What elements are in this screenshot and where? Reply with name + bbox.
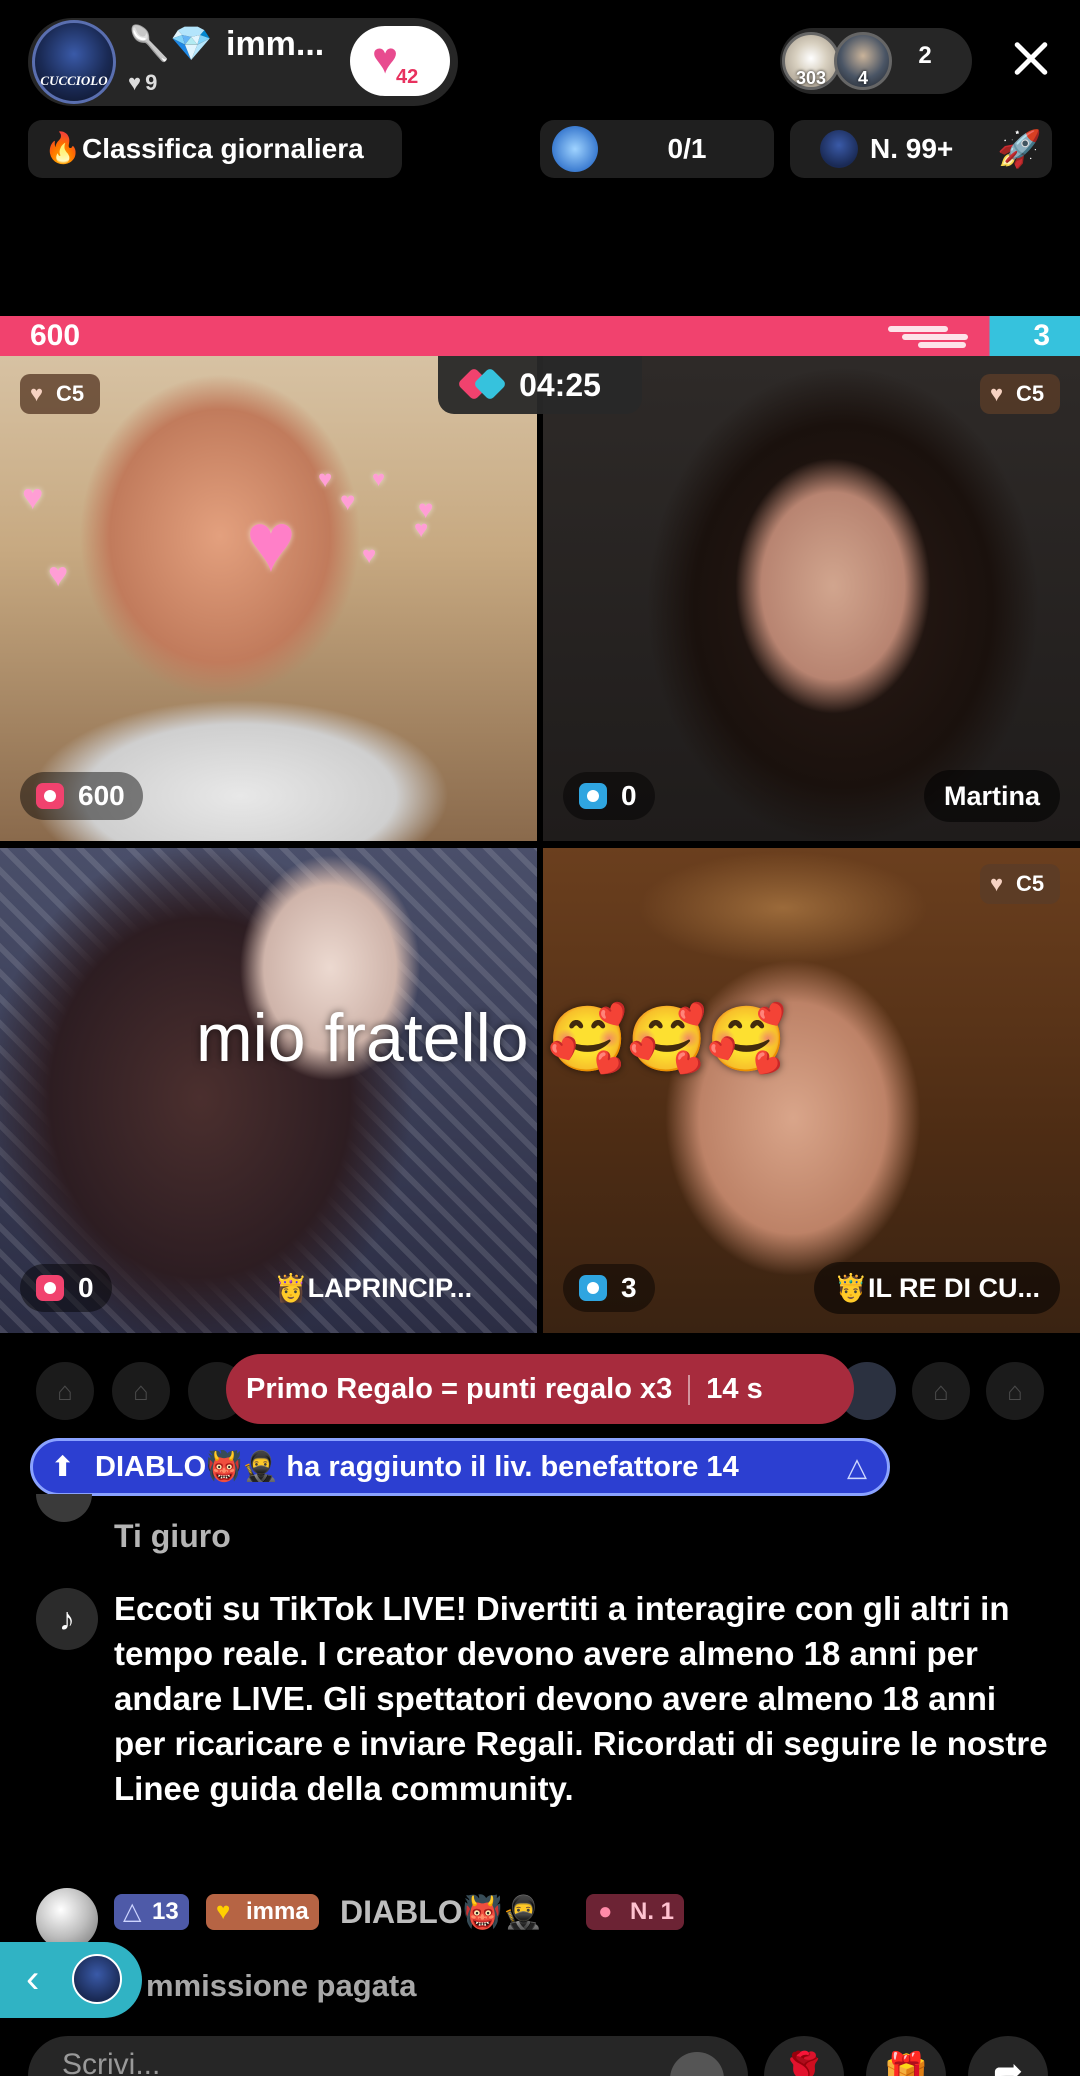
viewer-count: 2 — [918, 42, 932, 69]
camera-icon — [579, 1275, 607, 1301]
seat-icon[interactable]: ⌂ — [912, 1362, 970, 1420]
overlay-caption-text: mio fratello — [196, 1000, 529, 1076]
viewer-avatar[interactable]: 303 — [782, 32, 840, 90]
host-badges: 🥄💎 — [128, 25, 213, 63]
overlay-caption-emoji: 🥰🥰🥰 — [547, 1003, 787, 1075]
level-badge: 13 — [114, 1894, 189, 1930]
battle-timer-value: 04:25 — [519, 367, 601, 403]
host-likes-count: 9 — [145, 70, 158, 95]
chevron-left-icon: ‹ — [26, 1957, 40, 2001]
level-icon: △ — [847, 1452, 867, 1482]
seat-icon[interactable]: ⌂ — [112, 1362, 170, 1420]
first-gift-countdown: 14 s — [706, 1373, 763, 1405]
follow-button[interactable]: ♥ 42 — [350, 26, 450, 96]
battle-left-score: 600 — [30, 319, 81, 352]
daily-ranking-button[interactable]: 🔥 Classifica giornaliera — [28, 120, 402, 178]
tier-badge: C5 — [20, 374, 100, 414]
level-up-banner: ⬆ DIABLO👹🥷 ha raggiunto il liv. benefatt… — [30, 1438, 890, 1496]
comment-input-placeholder: Scrivi... — [62, 2048, 161, 2076]
video-tile[interactable]: C5 0 Martina — [543, 356, 1080, 841]
follow-count: 42 — [396, 66, 419, 88]
tier-badge: C5 — [980, 864, 1060, 904]
host-name[interactable]: imm... — [226, 24, 324, 64]
paid-comment-label: mmissione pagata — [146, 1968, 417, 2003]
share-button[interactable]: ➦ — [968, 2036, 1048, 2076]
overlay-caption: mio fratello 🥰🥰🥰 — [196, 996, 787, 1081]
avatar — [820, 130, 858, 168]
comment-input[interactable]: Scrivi... — [28, 2036, 748, 2076]
host-likes: ♥ 9 — [128, 70, 157, 96]
seat-icon[interactable]: ⌂ — [986, 1362, 1044, 1420]
tile-name[interactable]: 🤴IL RE DI CU... — [814, 1262, 1060, 1314]
tile-score: 0 — [563, 772, 655, 820]
tile-score-value: 600 — [78, 780, 125, 811]
gift-icon: 🎁 — [883, 2050, 929, 2076]
tile-score: 3 — [563, 1264, 655, 1312]
viewer-avatar-count: 4 — [857, 68, 868, 88]
battle-timer: 04:25 — [438, 356, 642, 414]
rank-badge: N. 1 — [586, 1894, 685, 1930]
share-icon: ➦ — [992, 2050, 1024, 2076]
tile-score-value: 0 — [621, 780, 637, 811]
camera-icon — [579, 783, 607, 809]
host-avatar[interactable]: CUCCIOLO — [32, 20, 116, 104]
close-icon[interactable] — [1006, 34, 1056, 84]
heart-icon: ♥ — [372, 34, 399, 83]
goal-icon — [552, 126, 598, 172]
tier-badge: C5 — [980, 374, 1060, 414]
rank-label: N. 99+ — [870, 133, 954, 164]
battle-icon — [457, 367, 507, 401]
streak-effect — [888, 322, 978, 350]
viewer-avatar-count: 303 — [795, 68, 827, 88]
rose-icon: 🌹 — [781, 2050, 827, 2076]
tile-score-value: 3 — [621, 1272, 637, 1303]
daily-ranking-label: Classifica giornaliera — [82, 133, 364, 164]
first-gift-banner[interactable]: Primo Regalo = punti regalo x3 14 s — [226, 1354, 854, 1424]
tile-name[interactable]: Martina — [923, 770, 1060, 822]
rocket-icon: 🚀 — [997, 128, 1042, 169]
comment-text: Ti giuro — [114, 1518, 231, 1554]
arrow-up-icon: ⬆ — [51, 1451, 75, 1482]
tile-score-value: 0 — [78, 1272, 94, 1303]
first-gift-text: Primo Regalo = punti regalo x3 — [246, 1373, 673, 1405]
viewer-avatar[interactable]: 4 — [834, 32, 892, 90]
battle-right-score: 3 — [1033, 319, 1050, 352]
tiktok-logo-icon: ♪ — [36, 1588, 98, 1650]
avatar[interactable] — [36, 1888, 98, 1950]
video-tile[interactable]: C5 3 🤴IL RE DI CU... — [543, 848, 1080, 1333]
list-item[interactable]: 13 imma DIABLO👹🥷 N. 1 — [36, 1888, 936, 1950]
goal-value: 0/1 — [667, 133, 707, 164]
gift-button[interactable]: 🎁 — [866, 2036, 946, 2076]
camera-icon — [36, 1275, 64, 1301]
rank-button[interactable]: N. 99+ 🚀 — [790, 120, 1052, 178]
video-tile[interactable]: ♥ ♥ ♥ ♥ ♥ ♥ ♥ ♥ ♥ C5 600 — [0, 356, 537, 841]
goal-button[interactable]: 0/1 — [540, 120, 774, 178]
seat-icon[interactable]: ⌂ — [36, 1362, 94, 1420]
host-avatar-label: CUCCIOLO — [40, 73, 108, 88]
rose-gift-button[interactable]: 🌹 — [764, 2036, 844, 2076]
collapse-button[interactable]: ‹ — [0, 1942, 142, 2018]
fire-icon: 🔥 — [44, 132, 82, 165]
video-tile[interactable]: 0 👸LAPRINCIP... — [0, 848, 537, 1333]
level-up-text: DIABLO👹🥷 ha raggiunto il liv. benefattor… — [95, 1451, 739, 1483]
avatar — [72, 1954, 122, 2004]
camera-icon — [36, 783, 64, 809]
tile-score: 600 — [20, 772, 143, 820]
tile-score: 0 — [20, 1264, 112, 1312]
avatar — [36, 1494, 92, 1522]
heart-icon: ♥ — [128, 70, 142, 95]
fan-club-badge: imma — [206, 1894, 319, 1930]
system-message: Eccoti su TikTok LIVE! Divertiti a inter… — [114, 1590, 1048, 1807]
tile-name[interactable]: 👸LAPRINCIP... — [254, 1262, 492, 1314]
comment-username[interactable]: DIABLO👹🥷 — [340, 1888, 542, 1936]
